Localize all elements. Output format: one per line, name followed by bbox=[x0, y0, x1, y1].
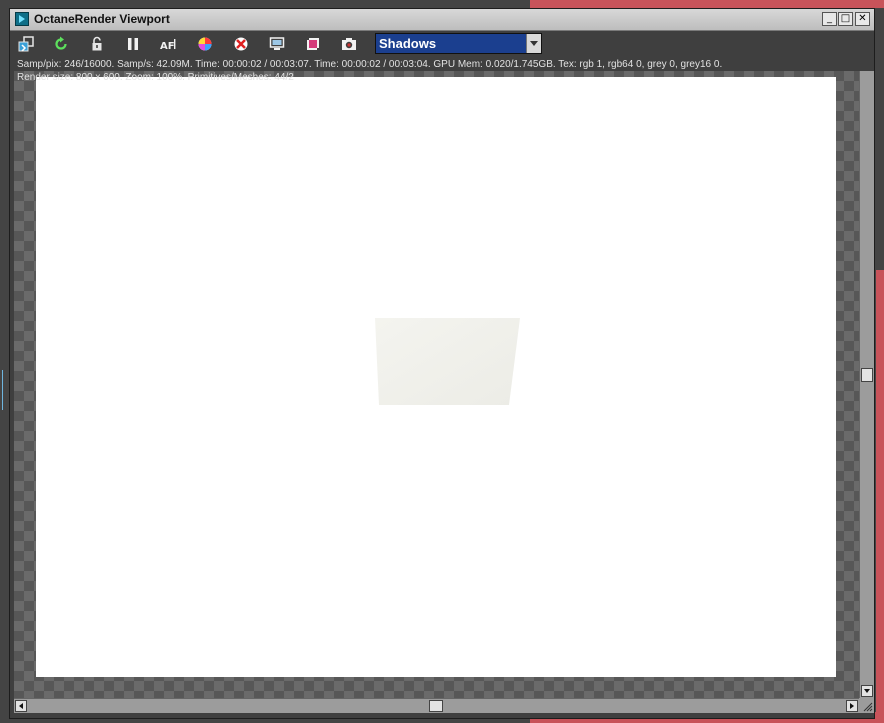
background-app-red-strip-top bbox=[530, 0, 884, 8]
maximize-button[interactable]: □ bbox=[838, 12, 853, 26]
clear-render-icon bbox=[234, 37, 248, 51]
status-line-1: Samp/pix: 246/16000. Samp/s: 42.09M. Tim… bbox=[17, 59, 723, 70]
status-line-2: Render size: 800 x 600. Zoom: 100%. Prim… bbox=[17, 72, 294, 83]
horizontal-scrollbar[interactable] bbox=[14, 698, 859, 713]
auto-focus-icon: AF bbox=[160, 39, 176, 52]
title-bar[interactable]: OctaneRender Viewport _ □ ✕ bbox=[10, 9, 874, 31]
octane-app-icon bbox=[15, 12, 29, 26]
scroll-right-button[interactable] bbox=[846, 700, 858, 712]
scroll-down-button[interactable] bbox=[861, 685, 873, 697]
vertical-scrollbar[interactable] bbox=[859, 71, 874, 698]
octane-viewport-window: OctaneRender Viewport _ □ ✕ AF Shadows S… bbox=[9, 8, 875, 719]
region-render-button[interactable] bbox=[303, 34, 323, 54]
pause-icon bbox=[128, 38, 138, 50]
restart-render-button[interactable] bbox=[51, 34, 71, 54]
color-picker-icon bbox=[198, 37, 212, 51]
camera-button[interactable] bbox=[339, 34, 359, 54]
monitor-icon bbox=[269, 37, 285, 50]
resize-grip-icon bbox=[863, 702, 873, 712]
svg-text:AF: AF bbox=[160, 41, 175, 52]
rendered-plane bbox=[375, 318, 520, 405]
chevron-down-icon[interactable] bbox=[526, 34, 541, 53]
auto-focus-button[interactable]: AF bbox=[159, 34, 179, 54]
window-title: OctaneRender Viewport bbox=[34, 12, 170, 26]
send-scene-button[interactable] bbox=[16, 34, 36, 54]
toolbar: AF Shadows bbox=[10, 31, 874, 57]
minimize-button[interactable]: _ bbox=[822, 12, 837, 26]
film-region-icon bbox=[307, 38, 319, 50]
background-app-red-panel bbox=[876, 270, 884, 723]
render-image[interactable] bbox=[36, 77, 836, 677]
lock-icon bbox=[92, 36, 102, 51]
close-button[interactable]: ✕ bbox=[855, 12, 870, 26]
clear-render-button[interactable] bbox=[231, 34, 251, 54]
render-mode-value: Shadows bbox=[379, 36, 437, 51]
background-wire-line bbox=[2, 370, 3, 410]
render-viewport[interactable] bbox=[14, 71, 859, 698]
camera-icon bbox=[342, 38, 356, 50]
pause-button[interactable] bbox=[123, 34, 143, 54]
display-settings-button[interactable] bbox=[267, 34, 287, 54]
color-picker-button[interactable] bbox=[195, 34, 215, 54]
lock-button[interactable] bbox=[87, 34, 107, 54]
resize-grip[interactable] bbox=[859, 698, 874, 713]
render-mode-dropdown[interactable]: Shadows bbox=[375, 33, 542, 54]
restart-render-icon bbox=[55, 36, 67, 50]
send-scene-icon bbox=[18, 36, 34, 52]
scroll-left-button[interactable] bbox=[15, 700, 27, 712]
horizontal-scroll-thumb[interactable] bbox=[429, 700, 443, 712]
vertical-scroll-thumb[interactable] bbox=[861, 368, 873, 382]
